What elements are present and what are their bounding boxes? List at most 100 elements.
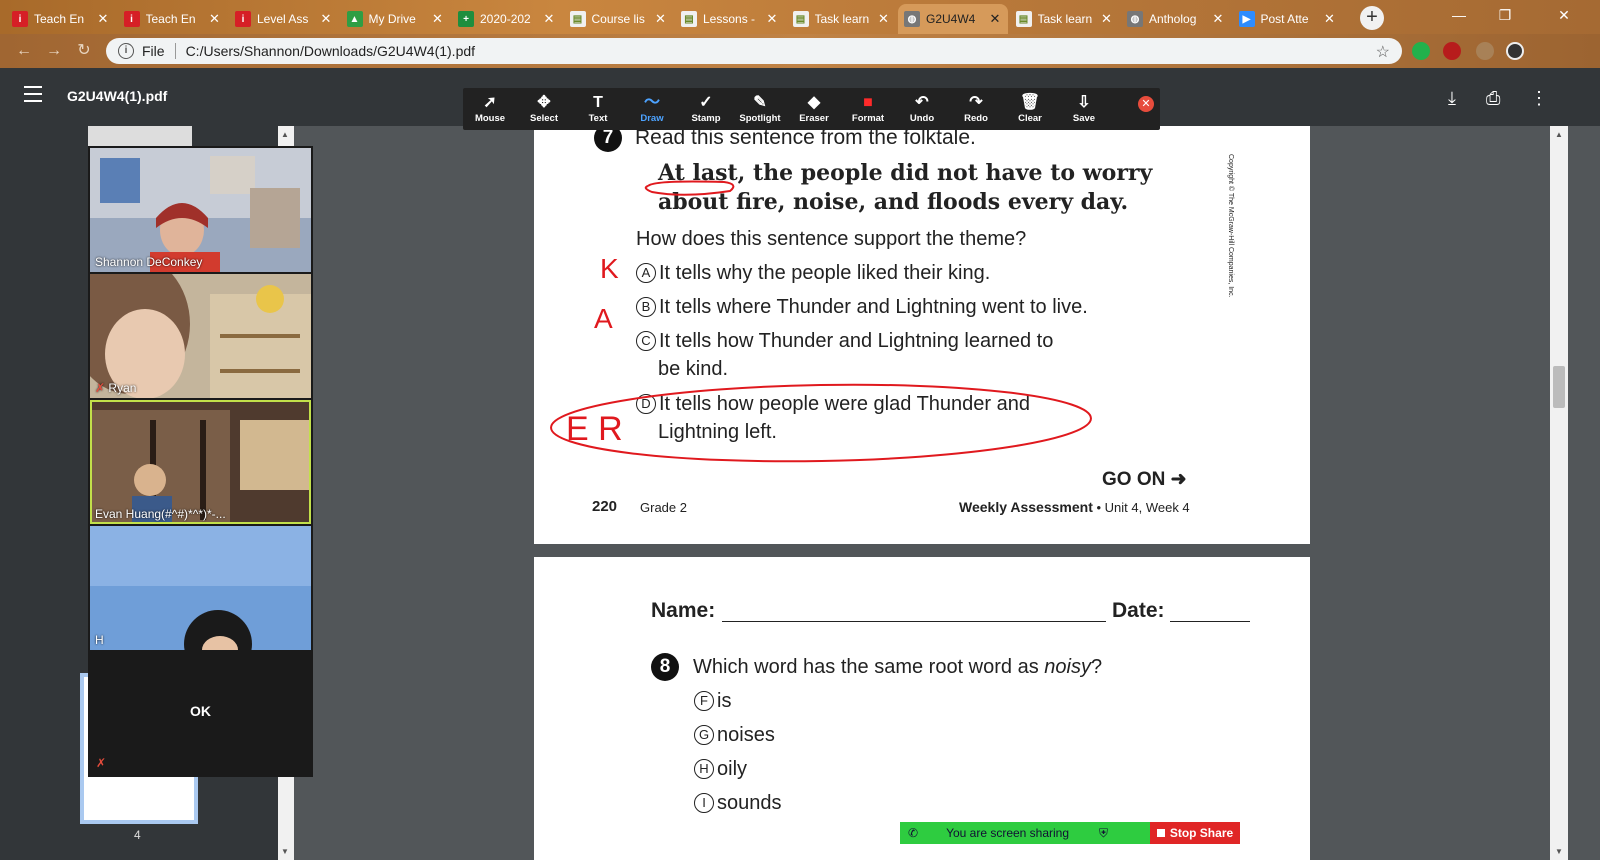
- question-number-8: 8: [651, 653, 679, 681]
- tool-label: Stamp: [691, 113, 721, 124]
- tab-title: Level Ass: [257, 12, 309, 26]
- check-icon: ✓: [699, 94, 713, 111]
- thumbnail-page-3[interactable]: [88, 126, 192, 146]
- main-scroll-up-icon[interactable]: ▲: [1555, 130, 1563, 139]
- profile-avatar[interactable]: [1506, 42, 1524, 60]
- tab-7[interactable]: ▤ Lessons - ✕: [675, 4, 785, 34]
- reload-icon[interactable]: ↻: [74, 41, 94, 61]
- close-annotation-icon[interactable]: ✕: [1138, 96, 1154, 112]
- screen-share-bar: ✆ You are screen sharing ⛨ Stop Share: [900, 822, 1240, 844]
- video-tile-1[interactable]: Shannon DeConkey: [90, 148, 311, 272]
- close-tab-icon[interactable]: ✕: [765, 11, 779, 27]
- close-tab-icon[interactable]: ✕: [319, 11, 333, 27]
- tab-5[interactable]: +2020-202 ✕: [452, 4, 562, 34]
- forward-icon[interactable]: →: [44, 41, 64, 61]
- thumbnail-page-number: 4: [134, 828, 141, 842]
- tab-4[interactable]: ▲ My Drive ✕: [341, 4, 451, 34]
- tool-label: Draw: [640, 113, 664, 124]
- video-tile-4[interactable]: H: [90, 526, 311, 650]
- tool-redo[interactable]: ↷ Redo: [949, 88, 1003, 130]
- close-tab-icon[interactable]: ✕: [988, 11, 1002, 27]
- trash-icon: 🗑: [1019, 94, 1041, 111]
- extension-puzzle-icon[interactable]: [1476, 42, 1494, 60]
- new-tab-button[interactable]: +: [1360, 6, 1384, 30]
- zoom-ok-button[interactable]: OK: [88, 703, 313, 719]
- url-input[interactable]: i File C:/Users/Shannon/Downloads/G2U4W4…: [106, 38, 1402, 64]
- main-scroll-thumb[interactable]: [1553, 366, 1565, 408]
- download-icon[interactable]: ⤓: [1448, 88, 1456, 109]
- close-tab-icon[interactable]: ✕: [1211, 11, 1225, 27]
- tab-2[interactable]: i Teach En ✕: [118, 4, 228, 34]
- close-tab-icon[interactable]: ✕: [1100, 11, 1114, 27]
- name-line: [722, 621, 1106, 622]
- stop-share-button[interactable]: Stop Share: [1150, 822, 1240, 844]
- sharing-status[interactable]: ✆ You are screen sharing ⛨: [900, 822, 1150, 844]
- close-window-button[interactable]: ✕: [1528, 0, 1600, 30]
- tab-1[interactable]: i Teach En ✕: [6, 4, 116, 34]
- video-tile-2[interactable]: ✗ Ryan: [90, 274, 311, 398]
- tool-stamp[interactable]: ✓ Stamp: [679, 88, 733, 130]
- option-i: Isounds: [694, 792, 782, 815]
- video-tile-3-active[interactable]: Evan Huang(#^#)*^*)*-...: [90, 400, 311, 524]
- tab-11[interactable]: ◍ Antholog ✕: [1121, 4, 1231, 34]
- tab-6[interactable]: ▤ Course lis ✕: [564, 4, 674, 34]
- tool-label: Redo: [964, 113, 988, 124]
- extension-green-icon[interactable]: [1412, 42, 1430, 60]
- info-icon[interactable]: i: [118, 43, 134, 59]
- scroll-down-icon[interactable]: ▼: [281, 847, 289, 856]
- tool-mouse[interactable]: ➚ Mouse: [463, 88, 517, 130]
- tab-8[interactable]: ▤ Task learn ✕: [787, 4, 897, 34]
- main-scroll-down-icon[interactable]: ▼: [1555, 847, 1563, 856]
- stop-icon: [1156, 829, 1165, 837]
- save-icon: ⇩: [1077, 94, 1091, 111]
- globe-icon: ◍: [904, 11, 920, 27]
- tool-undo[interactable]: ↶ Undo: [895, 88, 949, 130]
- tool-label: Select: [530, 113, 558, 124]
- tool-clear[interactable]: 🗑 Clear: [1003, 88, 1057, 130]
- video-feed: [90, 400, 311, 524]
- scroll-up-icon[interactable]: ▲: [281, 130, 289, 139]
- close-tab-icon[interactable]: ✕: [431, 11, 445, 27]
- muted-icon: ✗: [95, 381, 106, 395]
- extension-ublock-icon[interactable]: [1443, 42, 1461, 60]
- tool-save[interactable]: ⇩ Save: [1057, 88, 1111, 130]
- tab-title: Teach En: [145, 12, 196, 26]
- restore-button[interactable]: ❐: [1482, 0, 1528, 30]
- handwriting-a: A: [594, 303, 613, 334]
- close-tab-icon[interactable]: ✕: [1323, 11, 1337, 27]
- tab-title: Post Atte: [1260, 12, 1309, 26]
- back-icon[interactable]: ←: [14, 41, 34, 61]
- tab-title: Teach En: [34, 12, 85, 26]
- redo-icon: ↷: [969, 94, 983, 111]
- tool-draw[interactable]: 〜 Draw: [625, 88, 679, 130]
- close-tab-icon[interactable]: ✕: [654, 11, 668, 27]
- close-tab-icon[interactable]: ✕: [208, 11, 222, 27]
- tab-10[interactable]: ▤ Task learn ✕: [1010, 4, 1120, 34]
- tool-spotlight[interactable]: ✎ Spotlight: [733, 88, 787, 130]
- close-tab-icon[interactable]: ✕: [877, 11, 891, 27]
- minimize-button[interactable]: —: [1436, 0, 1482, 30]
- circle-annotation: [550, 383, 1092, 463]
- tool-text[interactable]: T Text: [571, 88, 625, 130]
- print-icon[interactable]: ⎙: [1486, 88, 1500, 109]
- main-scrollbar[interactable]: ▲ ▼: [1550, 126, 1568, 860]
- tab-9[interactable]: ◍ G2U4W4 ✕: [898, 4, 1008, 34]
- close-tab-icon[interactable]: ✕: [96, 11, 110, 27]
- tool-select[interactable]: ✥ Select: [517, 88, 571, 130]
- bookmark-star-icon[interactable]: ☆: [1376, 42, 1390, 62]
- tool-eraser[interactable]: ◆ Eraser: [787, 88, 841, 130]
- tool-label: Eraser: [799, 113, 829, 124]
- tab-12[interactable]: ▶ Post Atte ✕: [1233, 4, 1343, 34]
- tab-title: G2U4W4: [926, 12, 976, 26]
- classroom-icon: ▤: [792, 11, 809, 27]
- tool-format[interactable]: ■ Format: [841, 88, 895, 130]
- option-g: Gnoises: [694, 724, 775, 747]
- date-line: [1170, 621, 1250, 622]
- annotation-toolbar: ➚ Mouse ✥ Select T Text 〜 Draw ✓ Stamp ✎ Spotlight ◆…: [463, 88, 1160, 130]
- more-options-icon[interactable]: ⋮: [1530, 88, 1548, 109]
- close-tab-icon[interactable]: ✕: [542, 11, 556, 27]
- i-icon: i: [12, 11, 28, 27]
- participant-name: H: [95, 633, 104, 647]
- tab-3[interactable]: i Level Ass ✕: [229, 4, 339, 34]
- menu-icon[interactable]: [24, 86, 42, 102]
